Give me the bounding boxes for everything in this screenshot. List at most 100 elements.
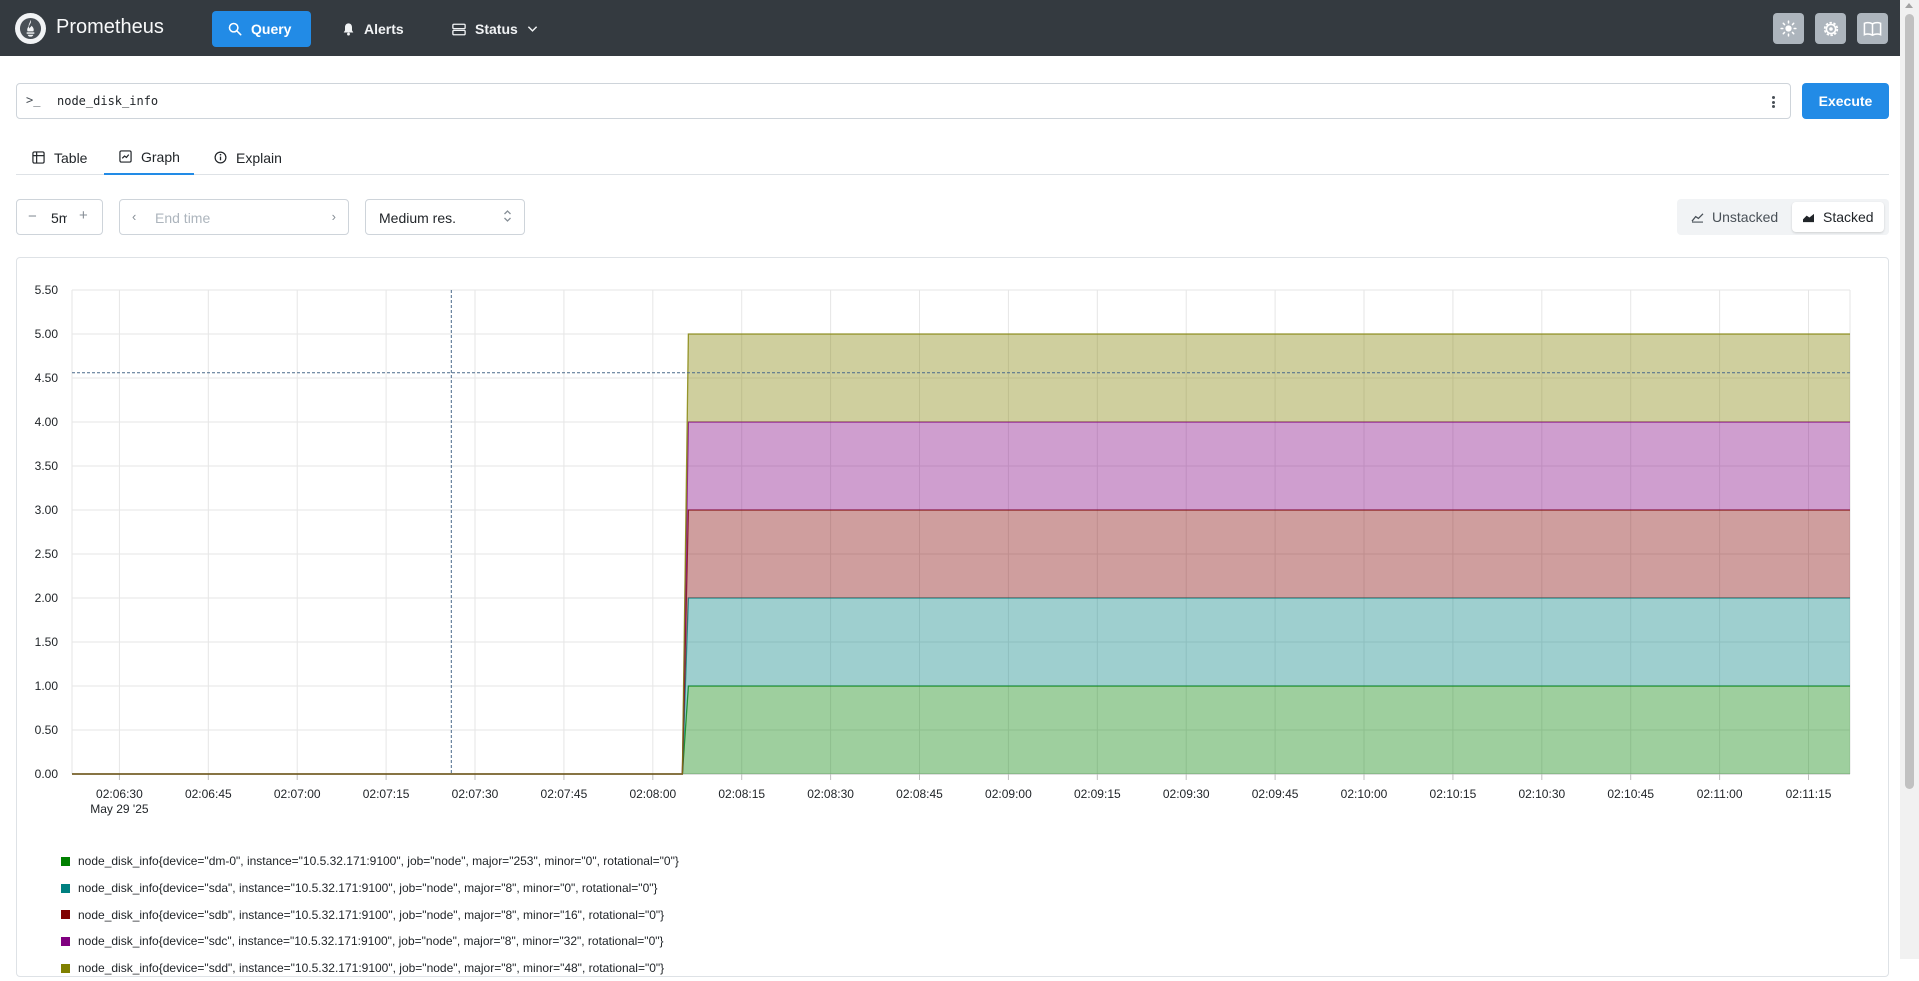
sun-icon [1780,20,1797,37]
y-tick-label: 3.00 [35,503,59,517]
legend-item[interactable]: node_disk_info{device="sda", instance="1… [61,875,679,902]
tab-graph-label: Graph [141,148,180,165]
scroll-thumb[interactable] [1905,14,1914,789]
increase-range-icon[interactable]: + [79,207,88,224]
x-tick-label: 02:07:00 [274,787,321,801]
book-icon [1863,21,1882,36]
query-input[interactable]: >_ node_disk_info [16,83,1791,119]
x-tick-label: 02:08:15 [718,787,765,801]
query-menu-icon[interactable] [1770,93,1776,111]
tab-graph[interactable]: Graph [104,140,194,175]
nav-query[interactable]: Query [212,11,311,47]
decrease-range-icon[interactable]: − [28,208,37,225]
y-tick-label: 1.00 [35,679,59,693]
x-tick-label: 02:09:45 [1252,787,1299,801]
chevron-left-icon[interactable]: ‹ [132,209,136,224]
scroll-up-icon[interactable] [1905,3,1913,8]
legend-swatch [61,963,70,973]
query-expression[interactable]: node_disk_info [57,94,158,108]
nav-query-label: Query [251,21,292,37]
y-tick-label: 2.50 [35,547,59,561]
y-tick-label: 2.00 [35,591,59,605]
server-icon [452,23,466,35]
x-tick-label: 02:10:30 [1518,787,1565,801]
x-tick-label: 02:10:15 [1430,787,1477,801]
stacked-chart-icon [1803,213,1814,222]
legend-item[interactable]: node_disk_info{device="sdb", instance="1… [61,901,679,928]
end-time-placeholder: End time [155,210,211,226]
x-date-label: May 29 '25 [90,802,149,816]
x-tick-label: 02:08:00 [629,787,676,801]
graph-icon [119,150,132,163]
bell-icon [343,23,354,36]
tab-explain[interactable]: Explain [214,140,282,175]
y-tick-label: 4.50 [35,371,59,385]
select-arrows-icon [503,209,512,223]
page-scrollbar[interactable] [1900,0,1919,959]
x-tick-label: 02:09:00 [985,787,1032,801]
unstacked-chart-icon [1691,212,1704,223]
legend-item[interactable]: node_disk_info{device="sdc", instance="1… [61,928,679,955]
stacked-label: Stacked [1823,209,1874,225]
resolution-value: Medium res. [379,210,457,226]
unstacked-label: Unstacked [1712,209,1779,225]
x-tick-label: 02:07:30 [452,787,499,801]
view-tabs: Table Graph Explain [16,140,1889,175]
legend-swatch [61,910,70,920]
y-tick-label: 5.50 [35,283,59,297]
legend-label: node_disk_info{device="dm-0", instance="… [78,854,679,869]
legend-swatch [61,936,70,946]
tab-table-label: Table [54,149,88,166]
info-icon [214,151,227,164]
stack-mode-toggle: Unstacked Stacked [1677,199,1889,235]
tab-table[interactable]: Table [32,140,87,175]
docs-button[interactable] [1857,13,1888,44]
x-tick-label: 02:10:45 [1607,787,1654,801]
end-time-input[interactable]: ‹ End time › [119,199,349,235]
unstacked-button[interactable]: Unstacked [1681,202,1788,232]
execute-button[interactable]: Execute [1802,83,1889,119]
x-tick-label: 02:09:30 [1163,787,1210,801]
x-tick-label: 02:07:45 [541,787,588,801]
nav-alerts-label: Alerts [364,21,404,37]
legend-label: node_disk_info{device="sdc", instance="1… [78,934,664,949]
range-input[interactable]: − 5m + [16,199,103,235]
x-tick-label: 02:10:00 [1341,787,1388,801]
legend-swatch [61,883,70,893]
chevron-down-icon [527,26,537,32]
nav-status[interactable]: Status [436,11,554,47]
x-tick-label: 02:08:30 [807,787,854,801]
legend-label: node_disk_info{device="sda", instance="1… [78,881,658,896]
y-tick-label: 0.00 [35,767,59,781]
prompt-icon: >_ [26,93,41,107]
legend-item[interactable]: node_disk_info{device="dm-0", instance="… [61,848,679,875]
y-tick-label: 1.50 [35,635,59,649]
x-tick-label: 02:06:45 [185,787,232,801]
prometheus-logo-icon[interactable] [15,13,46,44]
legend-swatch [61,856,70,866]
x-tick-label: 02:11:00 [1697,787,1743,801]
legend-label: node_disk_info{device="sdd", instance="1… [78,961,665,976]
x-tick-label: 02:06:30 [96,787,143,801]
theme-toggle-button[interactable] [1773,13,1804,44]
nav-status-label: Status [475,21,518,37]
top-navbar: Prometheus Query Alerts Status [0,0,1900,56]
x-tick-label: 02:07:15 [363,787,410,801]
table-icon [32,151,45,164]
chevron-right-icon[interactable]: › [332,209,336,224]
series-legend: node_disk_info{device="dm-0", instance="… [61,848,679,981]
gear-icon [1823,21,1838,36]
nav-alerts[interactable]: Alerts [326,11,420,47]
resolution-select[interactable]: Medium res. [365,199,525,235]
range-value[interactable]: 5m [51,210,67,226]
settings-button[interactable] [1815,13,1846,44]
x-tick-label: 02:09:15 [1074,787,1121,801]
stacked-button[interactable]: Stacked [1792,202,1884,232]
x-tick-label: 02:11:15 [1786,787,1832,801]
y-tick-label: 3.50 [35,459,59,473]
app-title[interactable]: Prometheus [56,16,164,39]
search-icon [228,22,242,36]
y-tick-label: 4.00 [35,415,59,429]
y-tick-label: 5.00 [35,327,59,341]
legend-label: node_disk_info{device="sdb", instance="1… [78,907,665,922]
